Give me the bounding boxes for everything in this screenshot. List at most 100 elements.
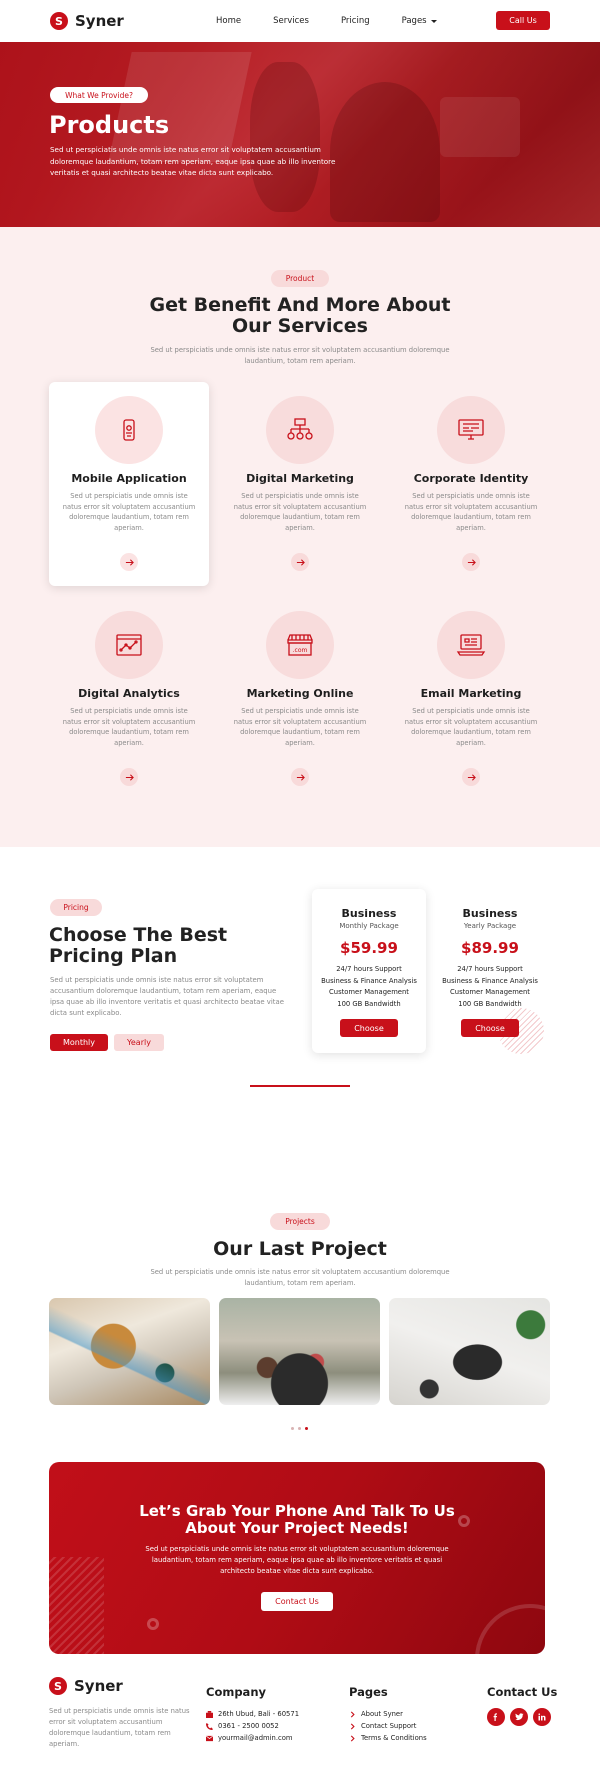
footer: S Syner Sed ut perspiciatis unde omnis i… [0,1677,600,1777]
arrow-right-icon[interactable] [120,553,138,571]
analytics-icon [95,611,163,679]
service-card-corporate-identity[interactable]: Corporate Identity Sed ut perspiciatis u… [391,382,551,586]
plan-period: Yearly Package [463,922,517,930]
footer-link-terms[interactable]: Terms & Conditions [349,1732,427,1744]
footer-email-text: yourmail@admin.com [218,1734,293,1742]
projects-title: Our Last Project [213,1238,387,1260]
main-menu: Home Services Pricing Pages [216,16,437,26]
service-card-digital-analytics[interactable]: Digital Analytics Sed ut perspiciatis un… [49,597,209,801]
hero-banner: What We Provide? Products Sed ut perspic… [0,42,600,227]
carousel-dot-active[interactable] [305,1427,308,1430]
hero-photo-detail [440,97,520,157]
hero-tag: What We Provide? [50,87,148,103]
footer-address: 26th Ubud, Bali - 60571 [206,1708,299,1720]
service-description: Sed ut perspiciatis unde omnis iste natu… [404,492,538,532]
nav-item-home[interactable]: Home [216,16,241,26]
chevron-right-icon [349,1710,356,1718]
pricing-section: Pricing Choose The Best Pricing Plan Sed… [0,847,600,1197]
arrow-right-icon[interactable] [291,768,309,786]
projects-tag: Projects [270,1213,330,1230]
nav-item-services[interactable]: Services [273,16,309,26]
social-links [487,1708,557,1726]
nav-item-pricing[interactable]: Pricing [341,16,370,26]
brand-logo[interactable]: S Syner [50,12,124,30]
nav-item-pages[interactable]: Pages [402,16,437,26]
pricing-description: Sed ut perspiciatis unde omnis iste natu… [50,976,284,1017]
plan-feature: Customer Management [450,988,530,996]
projects-subtitle: Sed ut perspiciatis unde omnis iste natu… [150,1268,450,1287]
service-card-marketing-online[interactable]: .com Marketing Online Sed ut perspiciati… [220,597,380,801]
svg-text:.com: .com [293,647,308,654]
service-title: Corporate Identity [413,472,529,485]
arrow-right-icon[interactable] [291,553,309,571]
plan-name: Business [462,907,518,920]
monthly-toggle-button[interactable]: Monthly [50,1034,108,1051]
service-card-mobile-application[interactable]: Mobile Application Sed ut perspiciatis u… [49,382,209,586]
services-title-line: Get Benefit And More About [149,294,451,316]
footer-phone[interactable]: 0361 - 2500 0052 [206,1720,299,1732]
service-title: Mobile Application [71,472,187,485]
contact-us-button[interactable]: Contact Us [261,1592,333,1611]
arrow-right-icon[interactable] [462,553,480,571]
plan-feature: Business & Finance Analysis [442,976,538,985]
footer-link-contact-support[interactable]: Contact Support [349,1720,427,1732]
arrow-right-icon[interactable] [462,768,480,786]
footer-phone-text: 0361 - 2500 0052 [218,1722,279,1730]
choose-plan-button[interactable]: Choose [461,1019,519,1037]
email-icon [206,1735,213,1742]
footer-link-about[interactable]: About Syner [349,1708,427,1720]
phone-icon [206,1722,213,1730]
cta-description: Sed ut perspiciatis unde omnis iste natu… [145,1545,449,1575]
plan-price: $59.99 [340,939,398,957]
footer-link-text: Terms & Conditions [361,1734,427,1742]
footer-contact-column: Contact Us [487,1685,557,1726]
pricing-tag: Pricing [50,899,102,916]
cta-banner: Let’s Grab Your Phone And Talk To Us Abo… [49,1462,545,1654]
pricing-title: Choose The Best Pricing Plan [49,925,227,967]
footer-company-column: Company 26th Ubud, Bali - 60571 0361 - 2… [206,1685,299,1744]
service-description: Sed ut perspiciatis unde omnis iste natu… [62,492,196,532]
monitor-icon [437,396,505,464]
plan-feature: Business & Finance Analysis [321,976,417,985]
decorative-arc [475,1604,545,1654]
twitter-icon[interactable] [510,1708,528,1726]
service-description: Sed ut perspiciatis unde omnis iste natu… [404,707,538,747]
footer-link-text: Contact Support [361,1722,417,1730]
service-card-email-marketing[interactable]: Email Marketing Sed ut perspiciatis unde… [391,597,551,801]
logo-mark-icon: S [49,1677,67,1695]
pricing-card-monthly: Business Monthly Package $59.99 24/7 hou… [312,889,426,1053]
mobile-icon [95,396,163,464]
hero-description: Sed ut perspiciatis unde omnis iste natu… [50,145,336,177]
project-image-office-meeting[interactable] [219,1298,380,1405]
project-image-blueprint[interactable] [49,1298,210,1405]
hero-photo-detail [250,62,320,212]
service-card-digital-marketing[interactable]: Digital Marketing Sed ut perspiciatis un… [220,382,380,586]
plan-feature: 100 GB Bandwidth [458,999,522,1008]
top-navbar: S Syner Home Services Pricing Pages Call… [0,0,600,42]
choose-plan-button[interactable]: Choose [340,1019,398,1037]
call-us-button[interactable]: Call Us [496,11,550,30]
project-image-workspace[interactable] [389,1298,550,1405]
footer-email[interactable]: yourmail@admin.com [206,1732,299,1744]
carousel-dot[interactable] [298,1427,301,1430]
decorative-ring [147,1618,159,1630]
hero-title: Products [49,111,170,139]
footer-heading: Contact Us [487,1685,558,1699]
footer-pages-column: Pages About Syner Contact Support Terms … [349,1685,427,1744]
linkedin-icon[interactable] [533,1708,551,1726]
cta-section: Let’s Grab Your Phone And Talk To Us Abo… [0,1462,600,1677]
plan-period: Monthly Package [339,922,399,930]
service-title: Marketing Online [246,687,354,700]
chevron-right-icon [349,1722,356,1730]
carousel-dot[interactable] [291,1427,294,1430]
footer-logo[interactable]: S Syner [49,1677,123,1695]
plan-price: $89.99 [461,939,519,957]
footer-link-text: About Syner [361,1710,403,1718]
yearly-toggle-button[interactable]: Yearly [114,1034,164,1051]
arrow-right-icon[interactable] [120,768,138,786]
laptop-mail-icon [437,611,505,679]
services-subtitle: Sed ut perspiciatis unde omnis iste natu… [150,346,450,365]
facebook-icon[interactable] [487,1708,505,1726]
footer-address-text: 26th Ubud, Bali - 60571 [218,1710,300,1718]
plan-name: Business [341,907,397,920]
